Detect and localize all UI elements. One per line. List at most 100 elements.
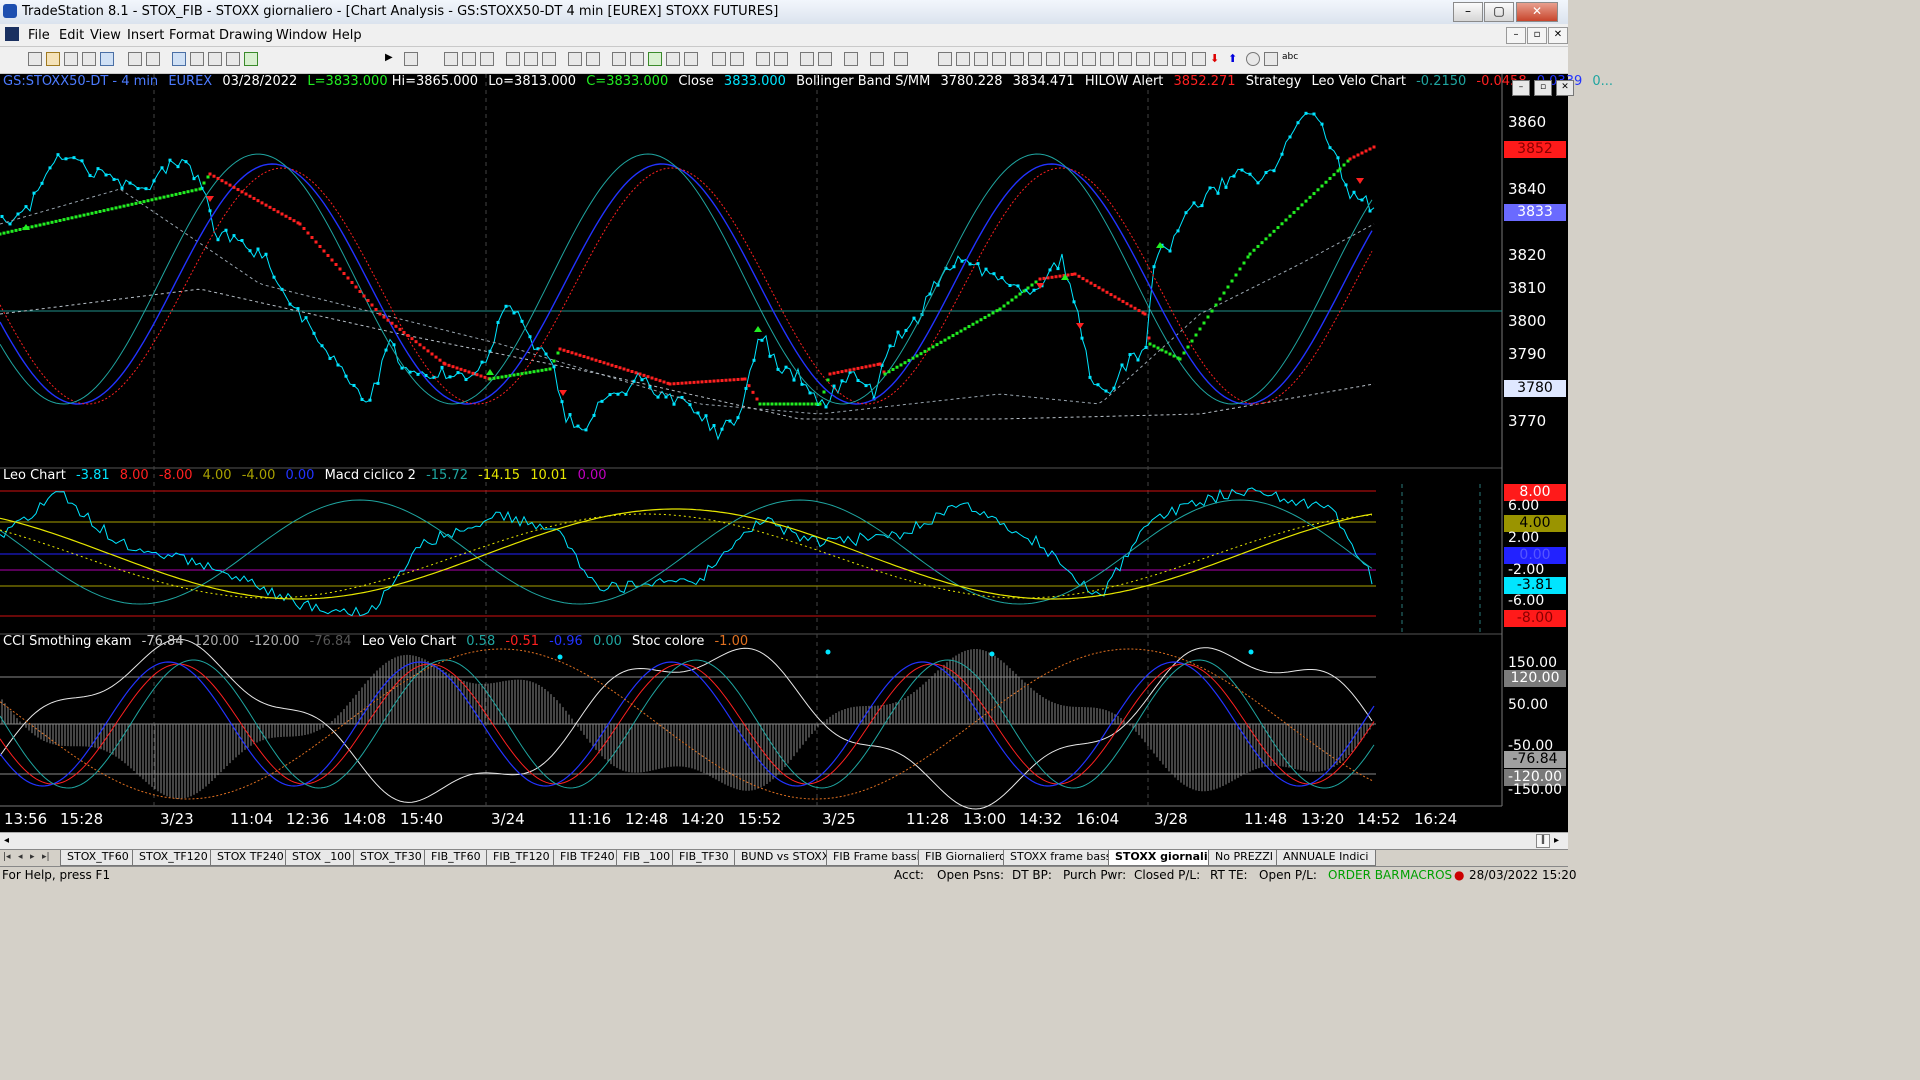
pane-restore-button[interactable]: ▫ (1534, 80, 1552, 96)
close-button[interactable]: ✕ (1516, 2, 1558, 22)
tab-bund-vs-stoxx[interactable]: BUND vs STOXX (734, 850, 837, 866)
menu-view[interactable]: View (90, 28, 121, 43)
scroll-thumb[interactable]: ‖ (1536, 834, 1550, 848)
candle-icon[interactable] (462, 52, 476, 66)
rectangle-icon[interactable] (1264, 52, 1278, 66)
expand-icon[interactable] (730, 52, 744, 66)
matrix-icon[interactable] (208, 52, 222, 66)
new-icon[interactable] (28, 52, 42, 66)
fan-icon[interactable] (1010, 52, 1024, 66)
open-folder-icon[interactable] (46, 52, 60, 66)
tab-no-prezzi[interactable]: No PREZZI (1208, 850, 1280, 866)
news-icon[interactable] (244, 52, 258, 66)
hide-icon[interactable] (894, 52, 908, 66)
pencil-icon[interactable] (1172, 52, 1186, 66)
print-icon[interactable] (146, 52, 160, 66)
chart-canvas[interactable] (0, 74, 1568, 832)
menu-edit[interactable]: Edit (59, 28, 84, 43)
bar-chart-icon[interactable] (444, 52, 458, 66)
speed-lines-icon[interactable] (1136, 52, 1150, 66)
tab-fib-giornaliero[interactable]: FIB Giornaliero (918, 850, 1013, 866)
channel-icon[interactable] (1028, 52, 1042, 66)
chart-icon[interactable] (172, 52, 186, 66)
vertical-line-icon[interactable] (956, 52, 970, 66)
search-icon[interactable] (404, 52, 418, 66)
chart-analysis-window[interactable]: GS:STOXX50-DT - 4 min EUREX 03/28/2022 L… (0, 74, 1613, 832)
last-tab-icon[interactable]: ▸| (42, 852, 50, 862)
tab-stox-100[interactable]: STOX _100 (285, 850, 359, 866)
line-chart-icon[interactable] (480, 52, 494, 66)
tab-stox-tf30[interactable]: STOX_TF30 (353, 850, 429, 866)
tab-annuale-indici[interactable]: ANNUALE Indici (1276, 850, 1376, 866)
arc-icon[interactable] (1154, 52, 1168, 66)
prev-tab-icon[interactable]: ◂ (18, 852, 23, 862)
strategy-icon[interactable] (524, 52, 538, 66)
minimize-button[interactable]: – (1453, 2, 1483, 22)
radar-icon[interactable] (190, 52, 204, 66)
pane-minimize-button[interactable]: – (1512, 80, 1530, 96)
order-bar-button[interactable]: ORDER BAR (1328, 868, 1400, 882)
data-icon[interactable] (612, 52, 626, 66)
fib-retracement-icon[interactable] (992, 52, 1006, 66)
scanner-icon[interactable] (226, 52, 240, 66)
open-workspace-icon[interactable] (64, 52, 78, 66)
regression-icon[interactable] (1082, 52, 1096, 66)
tab-fib-tf30[interactable]: FIB_TF30 (672, 850, 736, 866)
play-icon[interactable]: ▶ (385, 52, 399, 66)
crosshair-icon[interactable] (818, 52, 832, 66)
compress-icon[interactable] (712, 52, 726, 66)
andrews-icon[interactable] (1046, 52, 1060, 66)
tab-fib-tf240[interactable]: FIB TF240 (553, 850, 622, 866)
gann-icon[interactable] (1064, 52, 1078, 66)
tab-stox-tf120[interactable]: STOX_TF120 (132, 850, 215, 866)
macros-button[interactable]: MACROS (1400, 868, 1452, 882)
arrow-icon[interactable] (1100, 52, 1114, 66)
menu-format[interactable]: Format (169, 28, 215, 43)
text-icon[interactable]: abc (1282, 52, 1298, 66)
tab-stox-tf240[interactable]: STOX TF240 (210, 850, 291, 866)
cycle-icon[interactable] (1118, 52, 1132, 66)
zoom-out-icon[interactable] (774, 52, 788, 66)
menu-drawing[interactable]: Drawing (219, 28, 273, 43)
menu-insert[interactable]: Insert (127, 28, 164, 43)
maximize-button[interactable]: ▢ (1484, 2, 1514, 22)
tab-fib-tf120[interactable]: FIB_TF120 (486, 850, 557, 866)
new-window-icon[interactable] (82, 52, 96, 66)
bars-forward-icon[interactable] (684, 52, 698, 66)
arrow-down-icon[interactable]: ⬇ (1210, 52, 1224, 66)
mdi-close-button[interactable]: ✕ (1548, 27, 1568, 44)
mdi-minimize-button[interactable]: – (1506, 27, 1526, 44)
analysis-icon[interactable] (542, 52, 556, 66)
indicator-icon[interactable] (506, 52, 520, 66)
tab-fib-100[interactable]: FIB _100 (616, 850, 678, 866)
tools-icon[interactable] (844, 52, 858, 66)
zoom-in-icon[interactable] (756, 52, 770, 66)
next-tab-icon[interactable]: ▸ (30, 852, 35, 862)
tab-stox-tf60[interactable]: STOX_TF60 (60, 850, 136, 866)
print-preview-icon[interactable] (128, 52, 142, 66)
interval-icon[interactable] (648, 52, 662, 66)
ellipse-icon[interactable] (1246, 52, 1260, 66)
horizontal-line-icon[interactable] (974, 52, 988, 66)
tab-fib-tf60[interactable]: FIB_TF60 (424, 850, 488, 866)
pane-close-button[interactable]: ✕ (1556, 80, 1574, 96)
order-icon[interactable] (870, 52, 884, 66)
menu-window[interactable]: Window (276, 28, 327, 43)
mdi-restore-button[interactable]: ▫ (1527, 27, 1547, 44)
save-icon[interactable] (100, 52, 114, 66)
horizontal-scrollbar[interactable]: ◂ ‖ ▸ (0, 832, 1568, 849)
scroll-right-icon[interactable]: ▸ (1554, 835, 1559, 846)
first-tab-icon[interactable]: |◂ (3, 852, 11, 862)
pointer-icon[interactable] (800, 52, 814, 66)
arrow-up-icon[interactable]: ⬆ (1228, 52, 1242, 66)
scroll-left-icon[interactable]: ◂ (4, 835, 9, 846)
trendline-icon[interactable] (938, 52, 952, 66)
format-icon[interactable] (568, 52, 582, 66)
chart-window-icon[interactable] (5, 27, 19, 41)
bars-back-icon[interactable] (666, 52, 680, 66)
window-icon[interactable] (586, 52, 600, 66)
menu-file[interactable]: File (28, 28, 50, 43)
freehand-icon[interactable] (1192, 52, 1206, 66)
symbol-icon[interactable] (630, 52, 644, 66)
tab-stoxx-frame-bassi[interactable]: STOXX frame bassi (1003, 850, 1122, 866)
